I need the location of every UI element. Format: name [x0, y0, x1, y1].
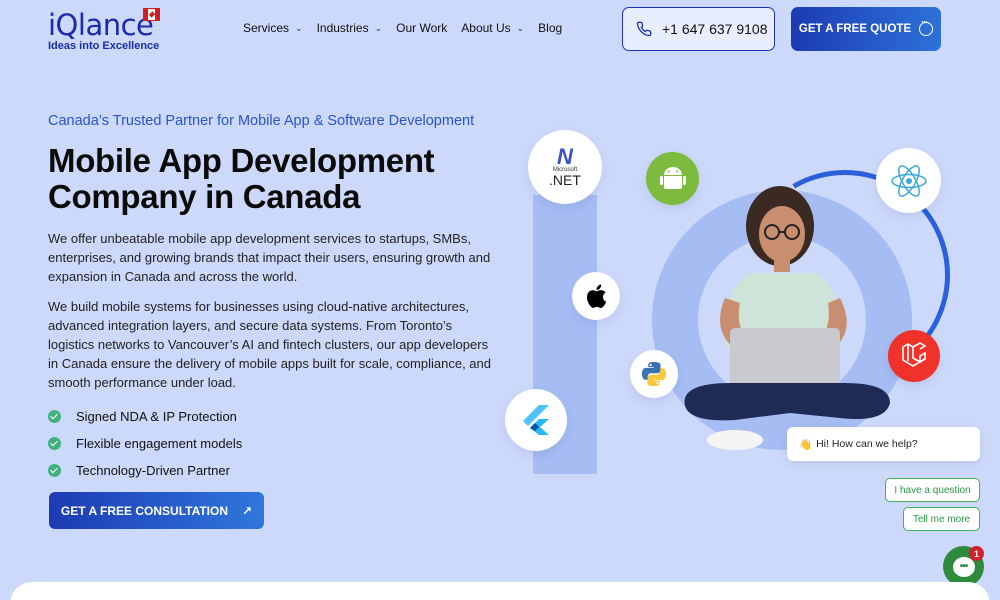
phone-number: +1 647 637 9108: [662, 21, 768, 37]
logo-tagline: Ideas into Excellence: [48, 40, 160, 52]
woman-with-laptop-illustration: [684, 186, 890, 450]
unread-badge: 1: [969, 546, 984, 561]
phone-icon: [636, 21, 652, 37]
title-line-2: Company in Canada: [48, 178, 361, 215]
page-title: Mobile App Development Company in Canada: [48, 143, 518, 215]
wave-hand-icon: 👋: [799, 438, 813, 451]
check-icon: [48, 464, 61, 477]
free-consultation-button[interactable]: GET A FREE CONSULTATION ↗: [49, 492, 264, 529]
list-item: Technology-Driven Partner: [48, 457, 242, 484]
chat-bubble-icon: [919, 17, 934, 36]
title-line-1: Mobile App Development: [48, 142, 435, 179]
nav-item-our-work[interactable]: Our Work: [396, 21, 447, 35]
hero-tagline: Canada’s Trusted Partner for Mobile App …: [48, 113, 475, 129]
canada-flag-icon: [143, 8, 160, 21]
chat-option-question[interactable]: I have a question: [885, 478, 980, 502]
check-icon: [48, 410, 61, 423]
laravel-icon: [888, 330, 940, 382]
chat-greeting-text: Hi! How can we help?: [816, 438, 918, 450]
nav-item-services[interactable]: Services ⌄: [243, 21, 303, 35]
flutter-icon: [505, 389, 567, 451]
consultation-label: GET A FREE CONSULTATION: [60, 503, 229, 518]
feature-label: Flexible engagement models: [76, 436, 243, 451]
hero-paragraph-1: We offer unbeatable mobile app developme…: [48, 231, 491, 284]
nav-label: Services: [243, 21, 290, 35]
get-quote-button[interactable]: GET A FREE QUOTE: [791, 7, 941, 51]
nav-label: About Us: [461, 21, 511, 35]
list-item: Signed NDA & IP Protection: [48, 403, 242, 430]
main-nav: Services ⌄ Industries ⌄ Our Work About Us ⌄…: [243, 21, 576, 35]
phone-button[interactable]: +1 647 637 9108: [622, 7, 775, 51]
feature-label: Signed NDA & IP Protection: [76, 409, 237, 424]
list-item: Flexible engagement models: [48, 430, 242, 457]
feature-label: Technology-Driven Partner: [76, 463, 230, 478]
chevron-down-icon: ⌄: [374, 22, 383, 33]
chat-option-tell-more[interactable]: Tell me more: [903, 507, 980, 531]
nav-item-industries[interactable]: Industries ⌄: [317, 21, 383, 35]
feature-list: Signed NDA & IP Protection Flexible enga…: [48, 403, 242, 484]
nav-item-blog[interactable]: Blog: [538, 21, 562, 35]
hero-paragraph-2: We build mobile systems for businesses u…: [48, 299, 491, 390]
nav-item-about-us[interactable]: About Us ⌄: [461, 21, 524, 35]
chevron-down-icon: ⌄: [295, 22, 303, 33]
chat-greeting: 👋 Hi! How can we help?: [787, 427, 980, 461]
logo[interactable]: iQlance Ideas into Excellence: [48, 8, 160, 52]
apple-icon: [572, 272, 620, 320]
arrow-up-right-icon: ↗: [242, 503, 253, 518]
nav-label: Industries: [316, 21, 369, 35]
next-section-card: [10, 582, 990, 600]
quote-label: GET A FREE QUOTE: [798, 23, 912, 35]
chevron-down-icon: ⌄: [516, 22, 525, 33]
python-icon: [630, 350, 678, 398]
dotnet-label: .NET: [549, 172, 581, 188]
nav-label: Our Work: [396, 21, 448, 35]
dotnet-icon: N Microsoft .NET: [528, 130, 602, 204]
check-icon: [48, 437, 61, 450]
nav-label: Blog: [538, 21, 563, 35]
